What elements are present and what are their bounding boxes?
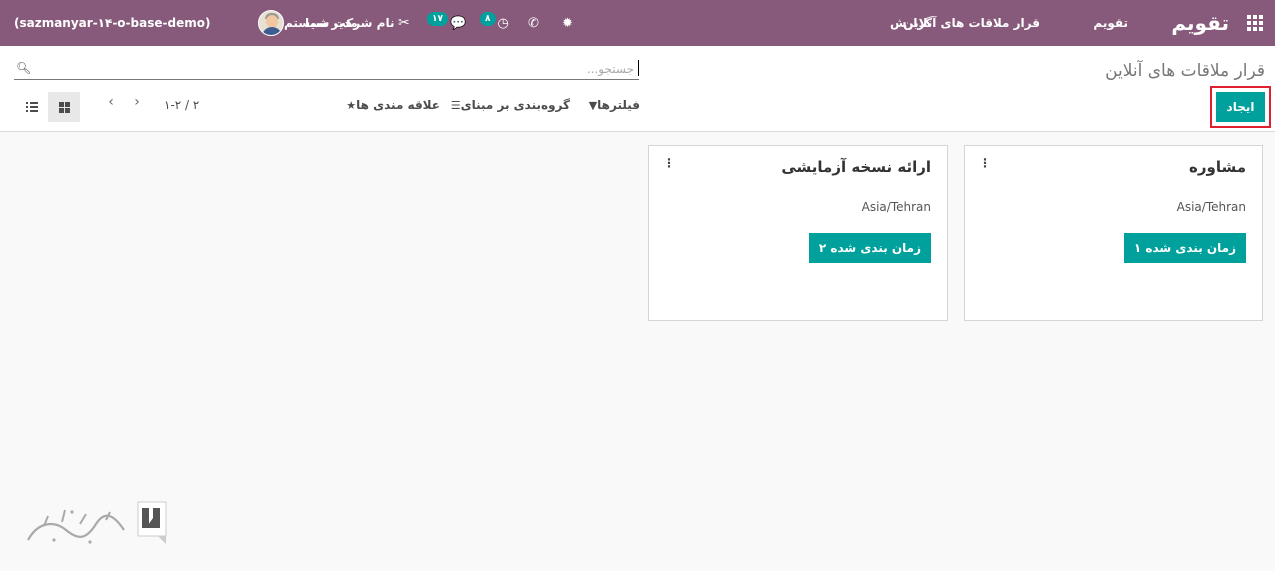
nav-menu-calendar[interactable]: تقویم xyxy=(1093,0,1128,46)
group-by-button[interactable]: ☰ گروه‌بندی بر مبنای xyxy=(448,98,570,112)
watermark-logo xyxy=(27,501,167,544)
scheduled-button[interactable]: ۱ زمان بندی شده xyxy=(1123,233,1246,263)
avatar xyxy=(258,10,284,36)
control-panel: قرار ملاقات های آنلاین 🔍︎ ایجاد ▼ فیلتره… xyxy=(0,46,1275,132)
card-title: ارائه نسخه آزمایشی xyxy=(781,158,931,176)
kanban-card[interactable]: مشاوره ⋮ Asia/Tehran ۱ زمان بندی شده xyxy=(964,145,1263,321)
app-brand-title[interactable]: تقویم xyxy=(1171,0,1229,46)
group-by-label: گروه‌بندی بر مبنای xyxy=(460,98,570,112)
pager-value[interactable]: ۱-۲ / ۲ xyxy=(164,98,199,112)
pager-next-chevron-icon[interactable]: › xyxy=(130,94,144,114)
clock-icon: ◷ xyxy=(497,15,509,31)
database-name: (sazmanyar-۱۴-o-base-demo) xyxy=(14,16,211,30)
group-by-icon: ☰ xyxy=(450,98,461,112)
search-input[interactable] xyxy=(34,60,634,78)
kanban-card[interactable]: ارائه نسخه آزمایشی ⋮ Asia/Tehran ۲ زمان … xyxy=(648,145,948,321)
nav-menu-reporting[interactable]: گزارش xyxy=(890,0,932,46)
card-dropdown-icon[interactable]: ⋮ xyxy=(979,156,991,170)
search-icon[interactable]: 🔍︎ xyxy=(16,61,31,75)
text-cursor xyxy=(638,60,639,76)
debug-bug-icon[interactable]: ✹ xyxy=(562,0,573,46)
activities-badge: ۸ xyxy=(480,12,496,26)
card-timezone: Asia/Tehran xyxy=(861,200,931,214)
activity-menu[interactable]: ۸ ◷ xyxy=(480,0,509,46)
create-button[interactable]: ایجاد xyxy=(1216,92,1265,122)
kanban-view-icon[interactable] xyxy=(48,92,80,122)
favorites-label: علاقه مندی ها xyxy=(356,98,440,112)
star-icon: ★ xyxy=(346,98,357,112)
page-title: قرار ملاقات های آنلاین xyxy=(1105,61,1265,81)
card-dropdown-icon[interactable]: ⋮ xyxy=(663,156,675,170)
pager-prev-chevron-icon[interactable]: ‹ xyxy=(104,94,118,114)
card-title: مشاوره xyxy=(1189,158,1246,176)
chat-icon: 💬 xyxy=(450,15,467,31)
list-view-icon[interactable] xyxy=(18,92,46,122)
tools-icon[interactable]: ✂ xyxy=(398,0,410,46)
phone-icon[interactable]: ✆ xyxy=(528,0,539,46)
scheduled-button[interactable]: ۲ زمان بندی شده xyxy=(808,233,931,263)
filters-button[interactable]: ▼ فیلترها xyxy=(586,98,640,112)
filter-icon: ▼ xyxy=(588,98,598,112)
search-bar: 🔍︎ xyxy=(14,58,639,80)
top-navbar: تقویم تقویم قرار ملاقات های آنلاین گزارش… xyxy=(0,0,1275,46)
company-switcher[interactable]: نام شرکت شما xyxy=(305,0,394,46)
messages-badge: ۱۷ xyxy=(427,12,448,26)
card-timezone: Asia/Tehran xyxy=(1176,200,1246,214)
messaging-menu[interactable]: ۱۷ 💬 xyxy=(427,0,466,46)
apps-menu-icon[interactable] xyxy=(1245,0,1265,46)
favorites-button[interactable]: ★ علاقه مندی ها xyxy=(343,98,440,112)
filters-label: فیلترها xyxy=(597,98,640,112)
